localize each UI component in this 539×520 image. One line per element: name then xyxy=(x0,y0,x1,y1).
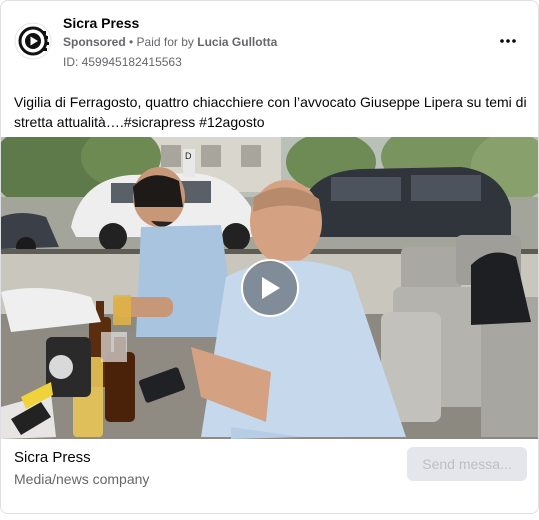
paid-for-name: Lucia Gullotta xyxy=(197,35,278,49)
sponsored-meta: Sponsored • Paid for by Lucia Gullotta xyxy=(63,35,277,49)
footer-page-category: Media/news company xyxy=(14,471,150,487)
ad-id: ID: 459945182415563 xyxy=(63,55,182,69)
send-message-button[interactable]: Send messa... xyxy=(407,447,527,481)
sicra-logo-icon xyxy=(14,22,52,60)
post-footer: Sicra Press Media/news company Send mess… xyxy=(1,439,538,513)
sponsored-label: Sponsored xyxy=(63,35,126,49)
page-avatar[interactable] xyxy=(14,22,52,60)
paid-for-prefix: Paid for by xyxy=(136,35,198,49)
more-options-button[interactable] xyxy=(493,29,523,53)
ad-card: Sicra Press Sponsored • Paid for by Luci… xyxy=(0,0,539,514)
post-caption: Vigilia di Ferragosto, quattro chiacchie… xyxy=(14,94,527,130)
more-horizontal-icon xyxy=(500,39,516,43)
meta-separator: • xyxy=(125,35,137,49)
footer-page-name[interactable]: Sicra Press xyxy=(14,449,91,466)
post-header: Sicra Press Sponsored • Paid for by Luci… xyxy=(1,1,538,81)
play-icon xyxy=(262,277,280,299)
page-name-link[interactable]: Sicra Press xyxy=(63,15,139,31)
play-button[interactable] xyxy=(241,259,299,317)
street-sign-letter: D xyxy=(185,151,192,161)
video-thumbnail[interactable]: D xyxy=(1,137,538,439)
